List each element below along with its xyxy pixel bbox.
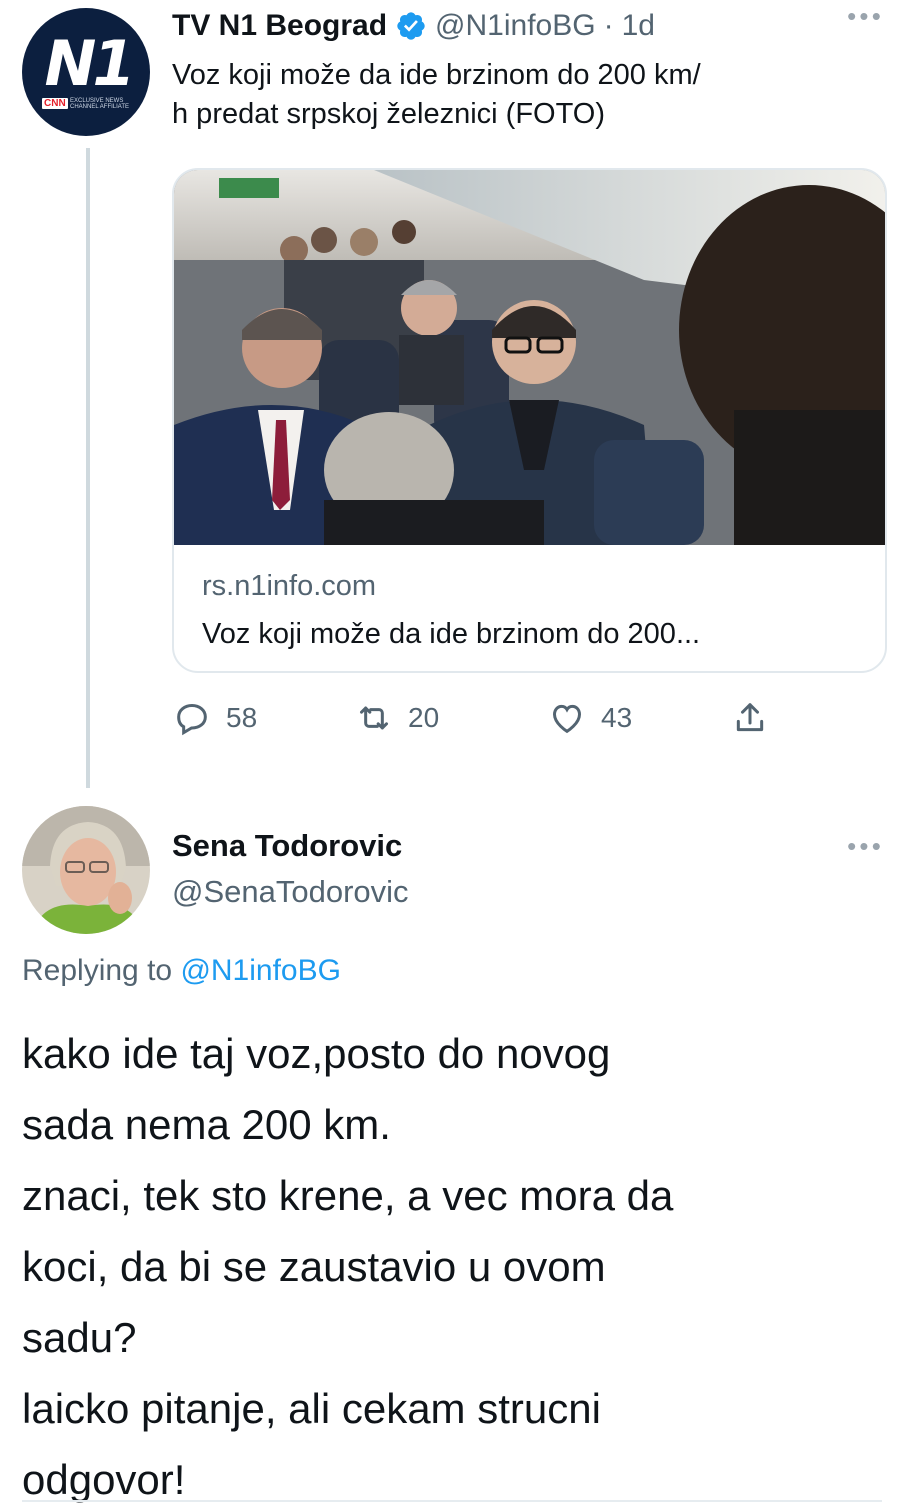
like-icon <box>552 704 582 734</box>
reply-icon <box>177 703 207 736</box>
n1-logo-text: N1 <box>44 26 135 100</box>
original-tweet[interactable]: N1 CNN EXCLUSIVE NEWS CHANNEL AFFILIATE … <box>0 0 900 790</box>
more-icon[interactable]: • • • <box>843 3 883 36</box>
divider <box>22 1500 882 1502</box>
reply-button[interactable]: 58 <box>172 698 257 738</box>
tweet-header: TV N1 Beograd @N1infoBG · 1d <box>172 6 655 46</box>
tweet-actions: 58 20 43 <box>172 698 792 742</box>
thread-connector-line <box>86 148 90 788</box>
link-preview-card[interactable]: rs.n1info.com Voz koji može da ide brzin… <box>172 168 887 673</box>
card-title: Voz koji može da ide brzinom do 200... <box>202 618 701 650</box>
retweet-icon <box>360 706 388 730</box>
reply-author-handle[interactable]: @SenaTodorovic <box>172 874 409 910</box>
avatar-photo <box>22 806 150 934</box>
like-button[interactable]: 43 <box>547 698 632 738</box>
cnn-affiliate-text: EXCLUSIVE NEWS CHANNEL AFFILIATE <box>70 98 130 110</box>
author-name[interactable]: TV N1 Beograd <box>172 9 387 43</box>
share-button[interactable] <box>730 698 770 738</box>
tweet-text-line: h predat srpskoj železnici (FOTO) <box>172 98 605 130</box>
reply-author-name[interactable]: Sena Todorovic <box>172 828 402 864</box>
reply-text: kako ide taj voz,posto do novog sada nem… <box>22 1018 882 1511</box>
tweet-text: Voz koji može da ide brzinom do 200 km/ … <box>172 56 872 134</box>
reply-text-line: znaci, tek sto krene, a vec mora da <box>22 1172 674 1219</box>
reply-text-line: koci, da bi se zaustavio u ovom <box>22 1243 606 1290</box>
like-count: 43 <box>601 702 633 733</box>
card-domain: rs.n1info.com <box>202 570 377 602</box>
replying-to: Replying to @N1infoBG <box>22 954 341 988</box>
reply-count: 58 <box>226 702 258 733</box>
verified-icon <box>397 12 425 40</box>
author-avatar[interactable]: N1 CNN EXCLUSIVE NEWS CHANNEL AFFILIATE <box>22 8 150 136</box>
replying-mention-link[interactable]: @N1infoBG <box>180 954 341 987</box>
tweet-text-line: Voz koji može da ide brzinom do 200 km/ <box>172 59 701 91</box>
reply-text-line: sadu? <box>22 1314 137 1361</box>
replying-prefix: Replying to <box>22 954 173 987</box>
author-handle[interactable]: @N1infoBG <box>435 9 596 43</box>
reply-text-line: kako ide taj voz,posto do novog <box>22 1030 611 1077</box>
reply-text-line: sada nema 200 km. <box>22 1101 391 1148</box>
header-separator: · <box>603 9 614 42</box>
share-icon <box>736 703 764 732</box>
retweet-button[interactable]: 20 <box>354 698 439 738</box>
cnn-logo-badge: CNN <box>42 98 68 109</box>
more-icon[interactable]: • • • <box>843 833 883 866</box>
tweet-timestamp[interactable]: 1d <box>622 9 655 43</box>
reply-text-line: laicko pitanje, ali cekam strucni <box>22 1385 601 1432</box>
retweet-count: 20 <box>408 702 440 733</box>
reply-author-avatar[interactable] <box>22 806 150 934</box>
train-interior-photo <box>174 170 885 545</box>
